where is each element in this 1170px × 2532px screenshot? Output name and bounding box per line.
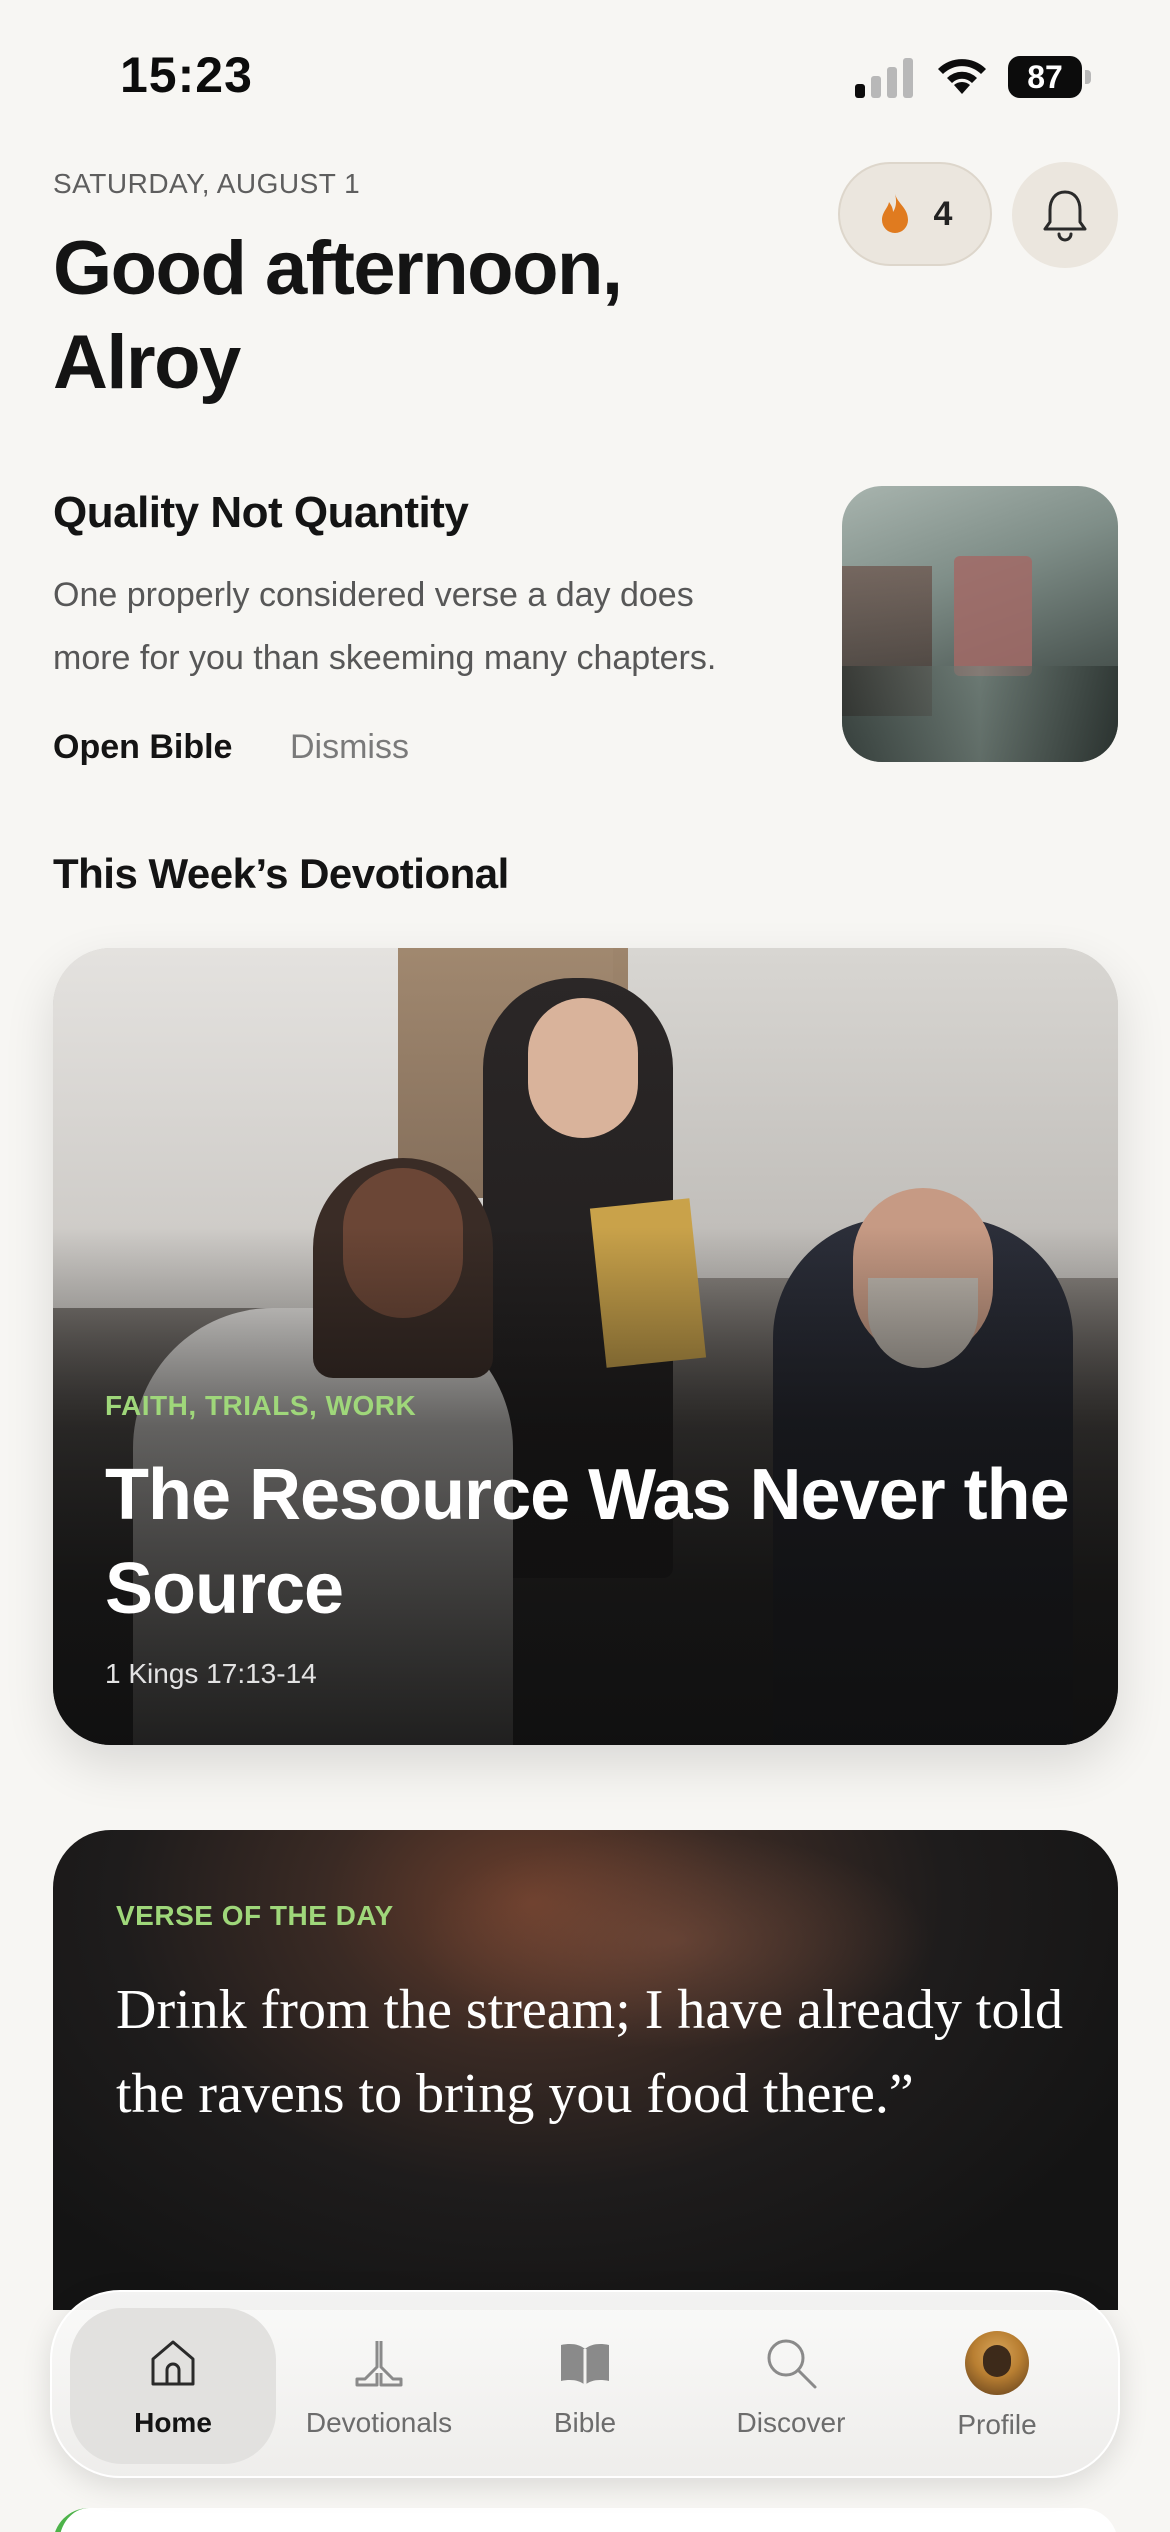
- cellular-signal-icon: [855, 58, 913, 98]
- tab-profile-label: Profile: [957, 2409, 1037, 2440]
- tip-title: Quality Not Quantity: [53, 488, 469, 537]
- wifi-icon: [938, 59, 986, 94]
- greeting-title: Good afternoon, Alroy: [53, 226, 623, 405]
- devotional-reference: 1 Kings 17:13-14: [105, 1658, 317, 1689]
- status-time: 15:23: [120, 47, 253, 103]
- verse-of-day-card[interactable]: VERSE OF THE DAY Drink from the stream; …: [53, 1830, 1118, 2310]
- battery-level: 87: [1008, 56, 1082, 98]
- tab-bar: Home Devotionals Bible Discover Profile: [50, 2290, 1120, 2478]
- tab-devotionals-label: Devotionals: [305, 2407, 453, 2438]
- avatar: [965, 2331, 1029, 2395]
- battery-nub: [1085, 70, 1091, 84]
- tab-discover-label: Discover: [736, 2407, 846, 2438]
- bell-icon: [1043, 190, 1087, 242]
- streak-count: 4: [933, 194, 953, 233]
- tab-bible[interactable]: Bible: [482, 2308, 688, 2464]
- search-icon: [767, 2339, 817, 2389]
- tab-bible-label: Bible: [553, 2407, 617, 2438]
- book-icon: [561, 2344, 609, 2385]
- tab-profile[interactable]: Profile: [894, 2308, 1100, 2464]
- praying-hands-icon: [355, 2341, 403, 2387]
- tip-image-blur: [842, 666, 1118, 762]
- streak-button[interactable]: 4: [838, 162, 992, 266]
- devotional-section-title: This Week’s Devotional: [53, 850, 509, 897]
- tab-home-label: Home: [134, 2407, 212, 2438]
- battery-indicator: 87: [1008, 56, 1092, 98]
- verse-text: Drink from the stream; I have already to…: [116, 1979, 1063, 2125]
- open-bible-button[interactable]: Open Bible: [53, 728, 232, 767]
- dismiss-button[interactable]: Dismiss: [290, 728, 409, 767]
- devotional-card[interactable]: FAITH, TRIALS, WORK The Resource Was Nev…: [53, 948, 1118, 1745]
- next-card-peek: [53, 2508, 1118, 2532]
- tab-devotionals[interactable]: Devotionals: [276, 2308, 482, 2464]
- home-icon: [151, 2340, 195, 2386]
- tab-discover[interactable]: Discover: [688, 2308, 894, 2464]
- date-label: SATURDAY, AUGUST 1: [53, 168, 361, 199]
- devotional-title: The Resource Was Never the Source: [105, 1455, 1070, 1629]
- tip-image: [842, 486, 1118, 762]
- verse-label: VERSE OF THE DAY: [116, 1900, 394, 1931]
- tab-home[interactable]: Home: [70, 2308, 276, 2464]
- notifications-button[interactable]: [1012, 162, 1118, 268]
- tip-body: One properly considered verse a day does…: [53, 576, 717, 677]
- tip-image-sign: [954, 556, 1032, 676]
- devotional-tags: FAITH, TRIALS, WORK: [105, 1390, 417, 1421]
- flame-icon: [881, 194, 908, 233]
